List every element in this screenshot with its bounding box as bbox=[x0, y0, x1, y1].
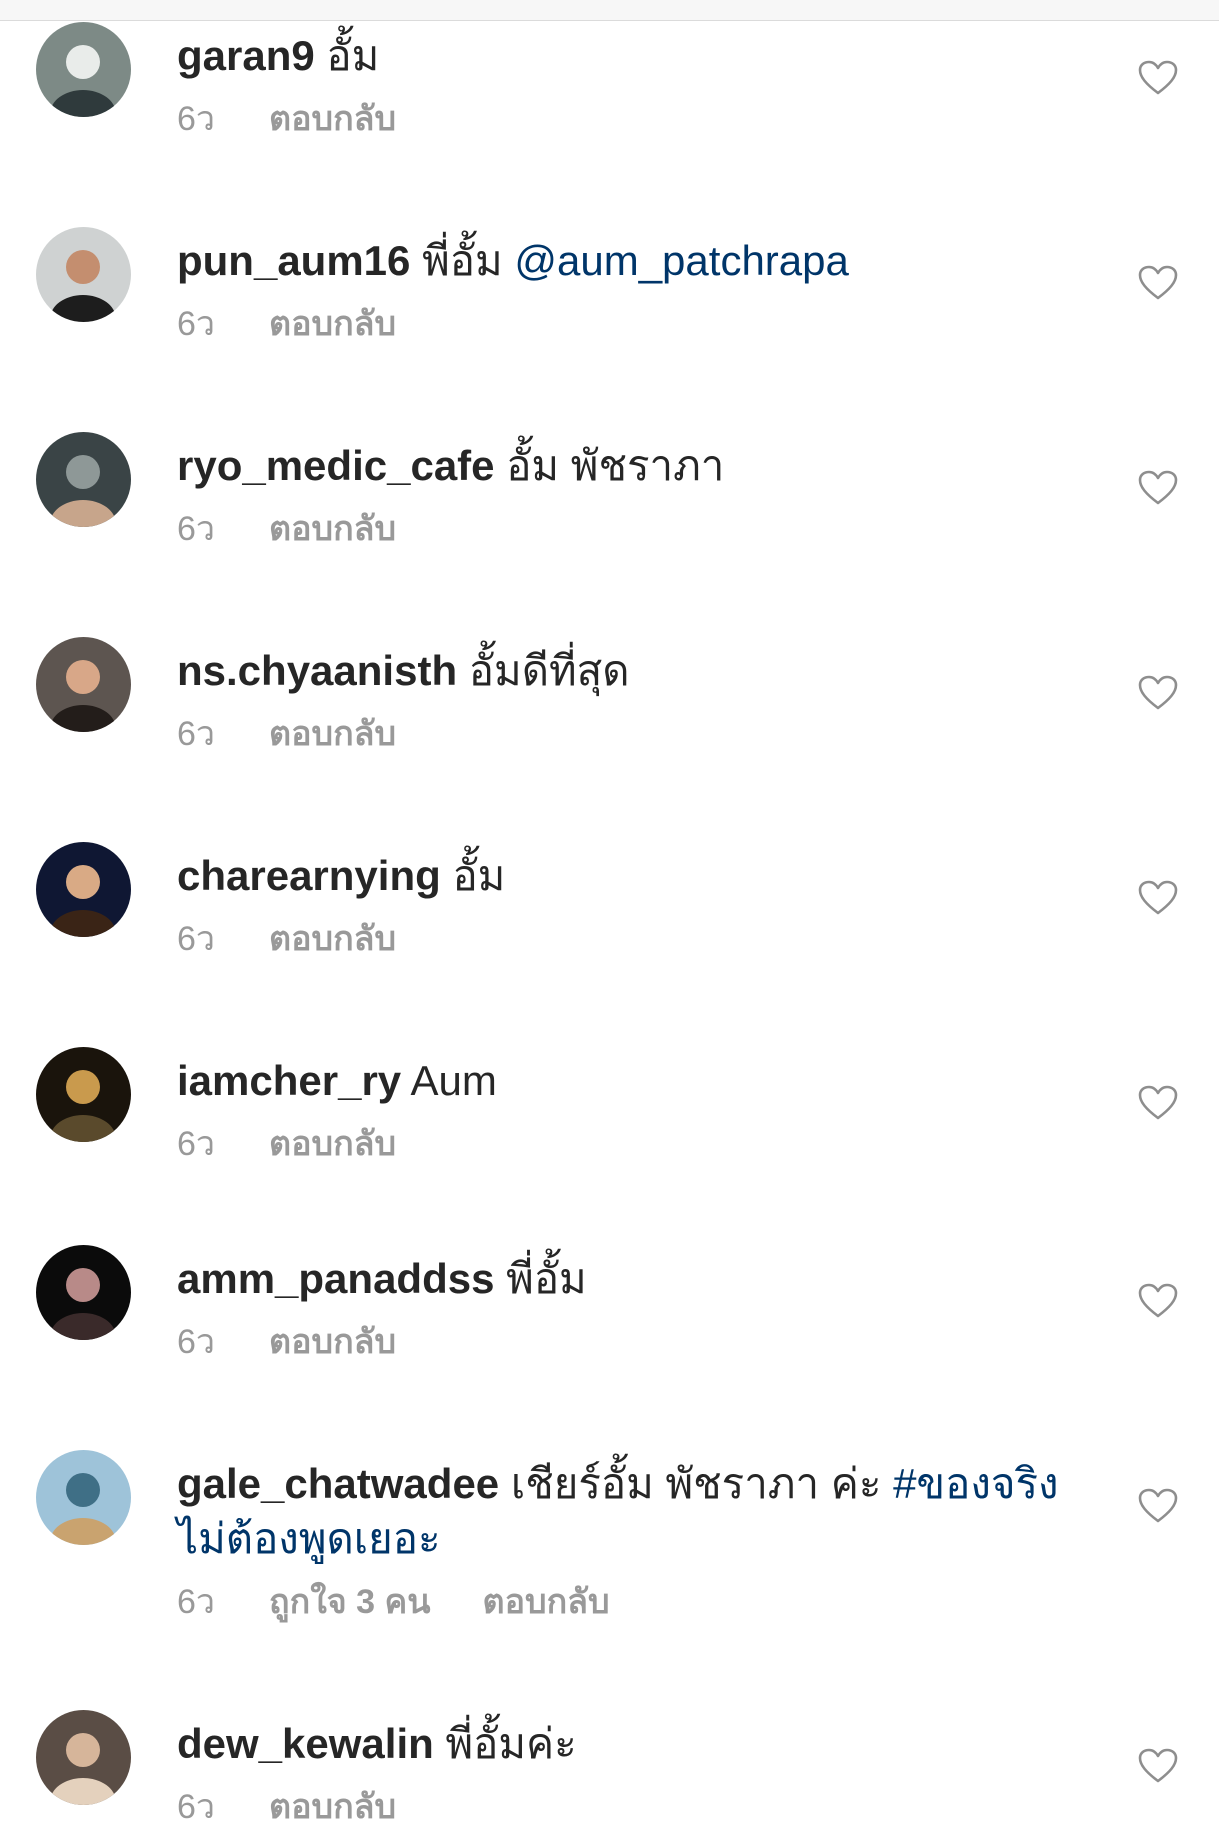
comment-timestamp: 6ว bbox=[177, 1583, 216, 1621]
comment-username[interactable]: amm_panaddss bbox=[177, 1255, 494, 1302]
comment-username[interactable]: dew_kewalin bbox=[177, 1720, 434, 1767]
reply-button[interactable]: ตอบกลับ bbox=[269, 100, 396, 138]
avatar[interactable] bbox=[36, 1450, 131, 1545]
avatar[interactable] bbox=[36, 637, 131, 732]
comment-text: ryo_medic_cafe อั้ม พัชราภา bbox=[177, 438, 1082, 493]
heart-icon[interactable] bbox=[1138, 60, 1178, 96]
comment-username[interactable]: garan9 bbox=[177, 32, 315, 79]
comment-meta: 6ว ตอบกลับ bbox=[177, 1787, 1082, 1827]
comment-text: garan9 อั้ม bbox=[177, 28, 1082, 83]
reply-button[interactable]: ตอบกลับ bbox=[269, 305, 396, 343]
comment-text: pun_aum16 พี่อั้ม @aum_patchrapa bbox=[177, 233, 1082, 288]
comment-body: เชียร์อั้ม พัชราภา ค่ะ bbox=[510, 1460, 882, 1507]
comment-meta: 6ว ตอบกลับ bbox=[177, 99, 1082, 139]
comment-text: ns.chyaanisth อั้มดีที่สุด bbox=[177, 643, 1082, 698]
avatar[interactable] bbox=[36, 432, 131, 527]
comment-body: Aum bbox=[410, 1057, 497, 1104]
reply-button[interactable]: ตอบกลับ bbox=[269, 1323, 396, 1361]
comment-body: พี่อั้มค่ะ bbox=[445, 1720, 577, 1767]
heart-icon[interactable] bbox=[1138, 880, 1178, 916]
comment-body: อั้ม bbox=[326, 32, 380, 79]
comment-meta: 6ว ตอบกลับ bbox=[177, 714, 1082, 754]
comment-timestamp: 6ว bbox=[177, 1125, 216, 1163]
comment-body: อั้มดีที่สุด bbox=[468, 647, 630, 694]
comment-meta: 6ว ตอบกลับ bbox=[177, 1322, 1082, 1362]
avatar[interactable] bbox=[36, 227, 131, 322]
comment-body: พี่อั้ม bbox=[422, 237, 503, 284]
comment-username[interactable]: ryo_medic_cafe bbox=[177, 442, 495, 489]
reply-button[interactable]: ตอบกลับ bbox=[269, 1788, 396, 1826]
heart-icon[interactable] bbox=[1138, 470, 1178, 506]
reply-button[interactable]: ตอบกลับ bbox=[269, 1125, 396, 1163]
comment-timestamp: 6ว bbox=[177, 100, 216, 138]
reply-button[interactable]: ตอบกลับ bbox=[269, 920, 396, 958]
comment-username[interactable]: ns.chyaanisth bbox=[177, 647, 457, 694]
comment-timestamp: 6ว bbox=[177, 1788, 216, 1826]
heart-icon[interactable] bbox=[1138, 1085, 1178, 1121]
comment-timestamp: 6ว bbox=[177, 715, 216, 753]
comment-timestamp: 6ว bbox=[177, 1323, 216, 1361]
reply-button[interactable]: ตอบกลับ bbox=[269, 510, 396, 548]
comment-meta: 6ว ถูกใจ 3 คน ตอบกลับ bbox=[177, 1582, 1082, 1622]
comment-meta: 6ว ตอบกลับ bbox=[177, 509, 1082, 549]
comment-text: charearnying อั้ม bbox=[177, 848, 1082, 903]
avatar[interactable] bbox=[36, 1047, 131, 1142]
reply-button[interactable]: ตอบกลับ bbox=[269, 715, 396, 753]
comment-like-count[interactable]: ถูกใจ 3 คน bbox=[269, 1582, 430, 1622]
heart-icon[interactable] bbox=[1138, 265, 1178, 301]
comment-username[interactable]: charearnying bbox=[177, 852, 441, 899]
comment-meta: 6ว ตอบกลับ bbox=[177, 304, 1082, 344]
heart-icon[interactable] bbox=[1138, 1283, 1178, 1319]
avatar[interactable] bbox=[36, 1245, 131, 1340]
comment-username[interactable]: gale_chatwadee bbox=[177, 1460, 499, 1507]
comment-username[interactable]: pun_aum16 bbox=[177, 237, 410, 284]
comment-text: amm_panaddss พี่อั้ม bbox=[177, 1251, 1082, 1306]
comment-meta: 6ว ตอบกลับ bbox=[177, 1124, 1082, 1164]
heart-icon[interactable] bbox=[1138, 675, 1178, 711]
comment-body: อั้ม พัชราภา bbox=[506, 442, 725, 489]
comment-body: พี่อั้ม bbox=[506, 1255, 587, 1302]
comment-mention-link[interactable]: @aum_patchrapa bbox=[514, 237, 849, 284]
heart-icon[interactable] bbox=[1138, 1748, 1178, 1784]
comment-timestamp: 6ว bbox=[177, 305, 216, 343]
comment-body: อั้ม bbox=[452, 852, 506, 899]
reply-button[interactable]: ตอบกลับ bbox=[483, 1583, 610, 1621]
comment-text: iamcher_ry Aum bbox=[177, 1053, 1082, 1108]
comment-timestamp: 6ว bbox=[177, 510, 216, 548]
avatar[interactable] bbox=[36, 842, 131, 937]
comment-meta: 6ว ตอบกลับ bbox=[177, 919, 1082, 959]
comment-username[interactable]: iamcher_ry bbox=[177, 1057, 401, 1104]
comment-text: dew_kewalin พี่อั้มค่ะ bbox=[177, 1716, 1082, 1771]
avatar[interactable] bbox=[36, 22, 131, 117]
comment-text: gale_chatwadee เชียร์อั้ม พัชราภา ค่ะ #ข… bbox=[177, 1456, 1082, 1566]
comment-timestamp: 6ว bbox=[177, 920, 216, 958]
heart-icon[interactable] bbox=[1138, 1488, 1178, 1524]
avatar[interactable] bbox=[36, 1710, 131, 1805]
top-bar bbox=[0, 0, 1219, 21]
